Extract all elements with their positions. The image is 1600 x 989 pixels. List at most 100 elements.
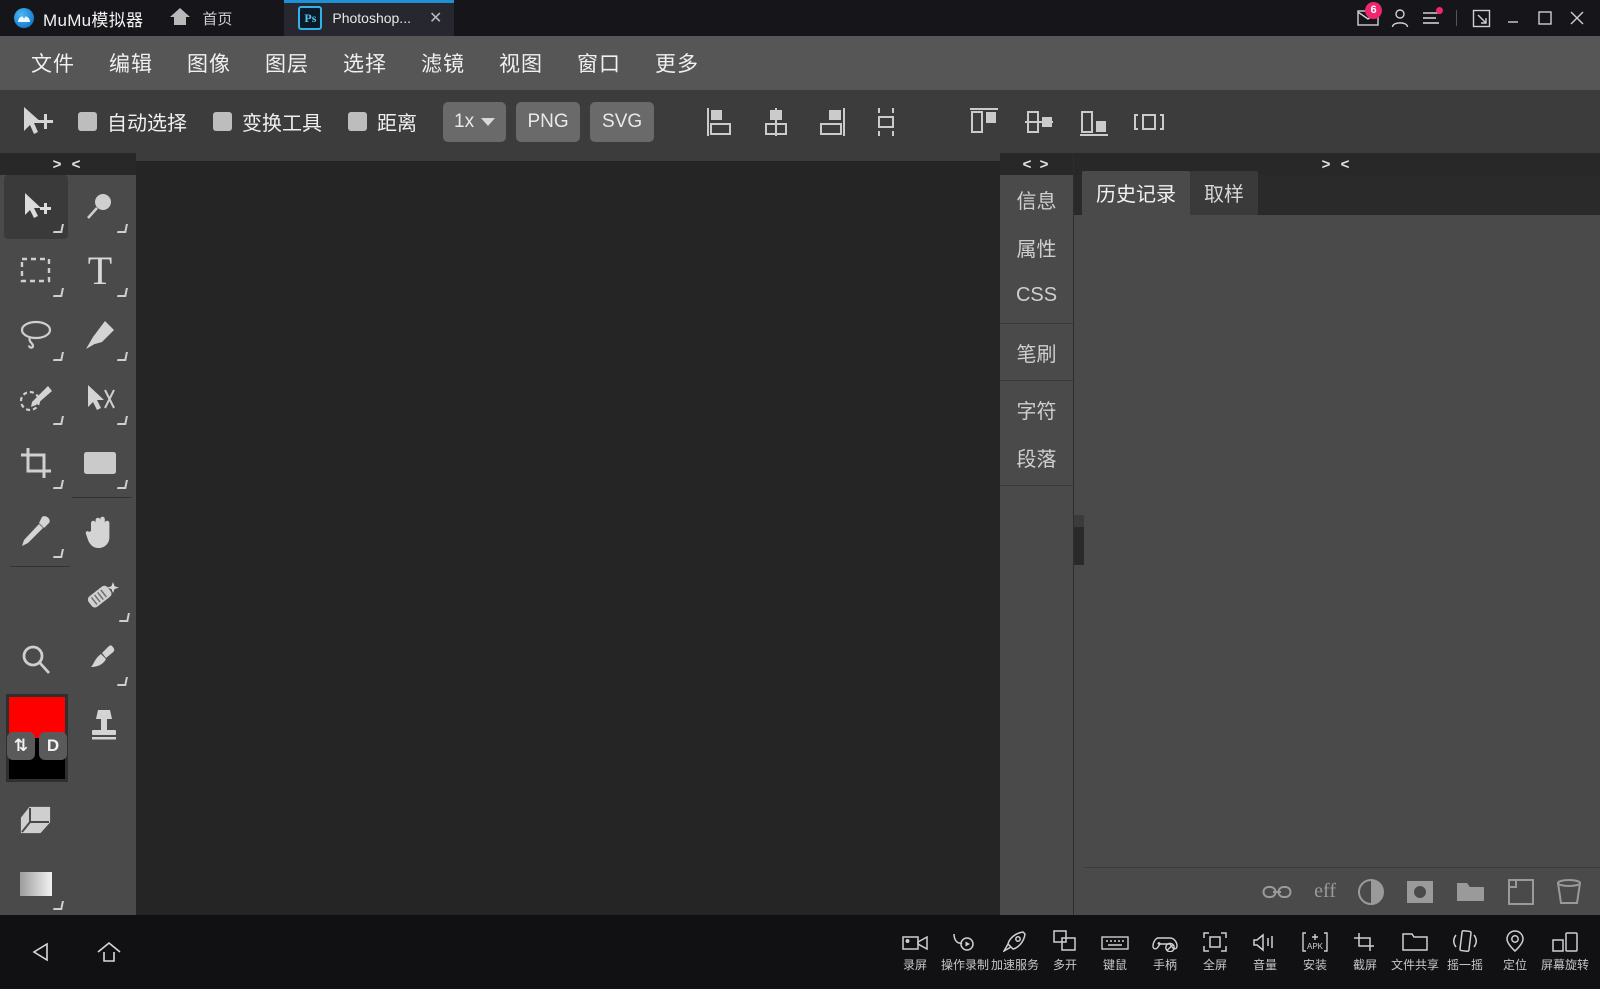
bottom-tool-macro-record[interactable]: 操作录制: [940, 926, 990, 979]
bottom-tool-volume[interactable]: 音量: [1240, 926, 1290, 979]
default-colors-icon[interactable]: D: [39, 732, 67, 760]
distribute-vertical-icon[interactable]: [863, 100, 909, 144]
bottom-tool-keyboard-mouse[interactable]: 键鼠: [1090, 926, 1140, 979]
app-title: MuMu模拟器: [43, 6, 143, 31]
align-center-horizontal-icon[interactable]: [753, 100, 799, 144]
align-right-icon[interactable]: [808, 100, 854, 144]
layer-mask-icon[interactable]: [1406, 880, 1434, 904]
back-icon[interactable]: [30, 941, 52, 963]
tool-crop[interactable]: [4, 431, 68, 495]
close-icon[interactable]: [1562, 0, 1592, 36]
mail-icon[interactable]: 6: [1353, 0, 1383, 36]
tool-quick-selection[interactable]: [4, 367, 68, 431]
maximize-icon[interactable]: [1530, 0, 1560, 36]
restore-window-icon[interactable]: [1466, 0, 1496, 36]
align-bottom-icon[interactable]: [1071, 100, 1117, 144]
tool-pen[interactable]: [68, 303, 132, 367]
app-brand: MuMu模拟器: [0, 0, 159, 36]
align-middle-vertical-icon[interactable]: [1016, 100, 1062, 144]
tab-paragraph[interactable]: 段落: [1000, 433, 1073, 481]
auto-select-checkbox[interactable]: [78, 112, 97, 131]
move-tool-icon[interactable]: [14, 101, 62, 143]
toolbox-collapse-handle[interactable]: > <: [0, 153, 136, 175]
tool-shape[interactable]: [68, 431, 132, 495]
tab-css[interactable]: CSS: [1000, 271, 1073, 319]
tool-expand-corner: [117, 224, 128, 233]
bottom-tool-boost-service[interactable]: 加速服务: [990, 926, 1040, 979]
menu-edit[interactable]: 编辑: [92, 42, 170, 84]
home-icon[interactable]: [96, 941, 122, 963]
bottom-tool-shake[interactable]: 摇一摇: [1440, 926, 1490, 979]
transform-tool-option[interactable]: 变换工具: [213, 107, 322, 136]
user-icon[interactable]: [1385, 0, 1415, 36]
bottom-tool-multi-instance[interactable]: 多开: [1040, 926, 1090, 979]
minimize-icon[interactable]: [1498, 0, 1528, 36]
tool-type[interactable]: T: [68, 239, 132, 303]
menu-layer[interactable]: 图层: [248, 42, 326, 84]
tool-zoom-in[interactable]: [68, 175, 132, 239]
tab-brush[interactable]: 笔刷: [1000, 328, 1073, 376]
transform-tool-checkbox[interactable]: [213, 112, 232, 131]
tool-clone-stamp[interactable]: [72, 692, 136, 756]
swap-colors-icon[interactable]: ⇅: [7, 732, 35, 760]
menu-more[interactable]: 更多: [638, 42, 716, 84]
bottom-tool-rotate-screen[interactable]: 屏幕旋转: [1540, 926, 1590, 979]
layers-list[interactable]: [1084, 483, 1600, 867]
bottom-tool-screenshot[interactable]: 截屏: [1340, 926, 1390, 979]
bottom-tool-screen-record[interactable]: 录屏: [890, 926, 940, 979]
bottom-tool-gamepad[interactable]: 手柄: [1140, 926, 1190, 979]
history-list[interactable]: [1074, 215, 1600, 515]
bottom-tool-location[interactable]: 定位: [1490, 926, 1540, 979]
tool-eyedropper[interactable]: [4, 500, 68, 564]
tab-photoshop[interactable]: Ps Photoshop... ✕: [284, 0, 454, 36]
menu-filter[interactable]: 滤镜: [404, 42, 482, 84]
tool-brush[interactable]: [68, 628, 132, 692]
tool-gradient[interactable]: [4, 852, 68, 916]
delete-layer-icon[interactable]: [1556, 879, 1582, 905]
tab-character[interactable]: 字符: [1000, 385, 1073, 433]
distance-option[interactable]: 距离: [348, 107, 417, 136]
tool-move[interactable]: [4, 175, 68, 239]
tool-rectangular-marquee[interactable]: [4, 239, 68, 303]
layer-effects-icon[interactable]: eff: [1314, 880, 1336, 903]
tool-eraser[interactable]: [4, 788, 68, 852]
tab-info[interactable]: 信息: [1000, 175, 1073, 223]
menu-view[interactable]: 视图: [482, 42, 560, 84]
export-svg-button[interactable]: SVG: [590, 102, 654, 142]
menu-file[interactable]: 文件: [14, 42, 92, 84]
align-group-horizontal: [698, 100, 909, 144]
distance-checkbox[interactable]: [348, 112, 367, 131]
canvas-top-strip: [136, 153, 1000, 161]
bottom-tool-fullscreen[interactable]: 全屏: [1190, 926, 1240, 979]
menu-window[interactable]: 窗口: [560, 42, 638, 84]
tool-path-selection[interactable]: [68, 367, 132, 431]
tool-lasso[interactable]: [4, 303, 68, 367]
tab-sampling[interactable]: 取样: [1190, 171, 1258, 215]
right-panel-stack: > < 历史记录 取样 图层 Normal 透明度: :: [1074, 153, 1600, 915]
tab-properties[interactable]: 属性: [1000, 223, 1073, 271]
align-left-icon[interactable]: [698, 100, 744, 144]
new-layer-icon[interactable]: [1508, 879, 1534, 905]
bottom-tool-file-share[interactable]: 文件共享: [1390, 926, 1440, 979]
tool-magnifier[interactable]: [4, 628, 68, 692]
tool-healing-brush[interactable]: [70, 564, 134, 628]
distribute-horizontal-icon[interactable]: [1126, 100, 1172, 144]
zoom-level-dropdown[interactable]: 1x: [443, 102, 506, 142]
link-layers-icon[interactable]: [1262, 883, 1292, 901]
bottom-tool-install[interactable]: APK 安装: [1290, 926, 1340, 979]
menu-image[interactable]: 图像: [170, 42, 248, 84]
adjustment-layer-icon[interactable]: [1358, 879, 1384, 905]
menu-icon[interactable]: [1417, 0, 1447, 36]
tab-close-icon[interactable]: ✕: [421, 8, 442, 28]
android-nav: [0, 941, 122, 963]
home-tab[interactable]: 首页: [159, 0, 242, 36]
canvas-area[interactable]: [136, 153, 1000, 915]
align-top-icon[interactable]: [961, 100, 1007, 144]
tool-hand[interactable]: [68, 500, 132, 564]
side-rail-collapse-handle[interactable]: < >: [1000, 153, 1073, 175]
tab-history[interactable]: 历史记录: [1082, 171, 1190, 215]
auto-select-option[interactable]: 自动选择: [78, 107, 187, 136]
new-group-icon[interactable]: [1456, 880, 1486, 904]
export-png-button[interactable]: PNG: [516, 102, 580, 142]
menu-select[interactable]: 选择: [326, 42, 404, 84]
